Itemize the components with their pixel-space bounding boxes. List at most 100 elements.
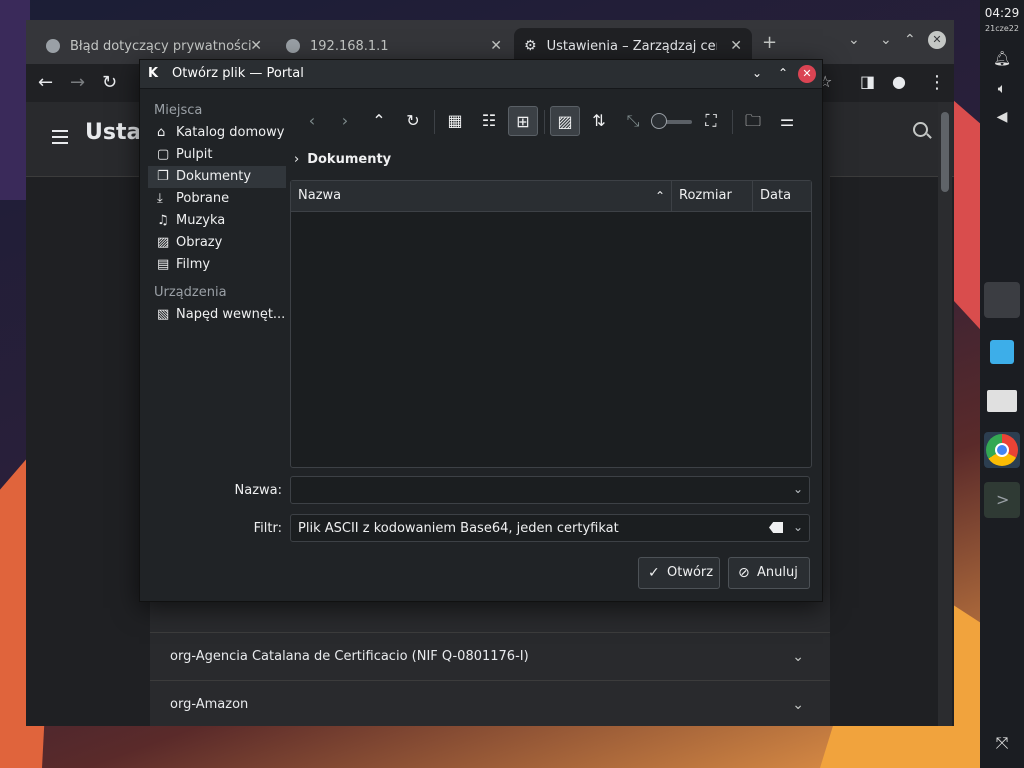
preview-icon[interactable]: ▨ [550,106,580,136]
places-panel: Miejsca ⌂ Katalog domowy ▢ Pulpit ❐ Doku… [148,100,286,326]
launcher-icon[interactable]: ⤧ [992,734,1012,752]
place-videos[interactable]: ▤ Filmy [148,254,286,276]
clock[interactable]: 04:29 [980,6,1024,20]
name-label: Nazwa: [234,483,283,498]
chevron-down-icon[interactable]: ⌄ [792,681,804,729]
options-icon[interactable]: ⚌ [772,106,802,136]
expand-tray-icon[interactable]: ◀ [992,108,1012,126]
open-button[interactable]: ✓ Otwórz [638,557,720,589]
task-terminal-icon[interactable]: > [984,482,1020,518]
drive-icon: ▧ [157,307,170,322]
place-label: Filmy [176,257,211,272]
dialog-titlebar[interactable]: K Otwórz plik — Portal ⌄ ⌃ ✕ [140,60,822,89]
globe-icon [46,39,60,53]
open-button-label: Otwórz [667,565,714,580]
filename-combobox[interactable]: ⌄ [290,476,810,504]
sort-ascending-icon: ⌃ [655,189,666,203]
checkmark-icon: ✓ [648,565,660,581]
documents-icon: ❐ [157,169,169,184]
chevron-down-icon[interactable]: ⌄ [793,520,803,534]
place-downloads[interactable]: ⤓ Pobrane [148,188,286,210]
column-size[interactable]: Rozmiar [672,181,753,211]
cert-row[interactable]: org-Amazon ⌄ [150,680,830,728]
kde-logo-icon: K [148,66,159,81]
chevron-right-icon: › [294,152,300,167]
breadcrumb-current: Dokumenty [307,152,392,167]
place-home[interactable]: ⌂ Katalog domowy [148,122,286,144]
chrome-logo-icon [986,434,1018,466]
detailed-tree-view-icon[interactable]: ⊞ [508,106,538,136]
maximize-icon[interactable]: ⌃ [904,32,916,48]
device-label: Napęd wewnęt... [176,307,286,322]
tab-close-icon[interactable]: ✕ [730,38,742,54]
profile-icon[interactable]: ● [892,72,906,91]
window-close-icon[interactable]: ✕ [928,31,946,49]
forward-icon[interactable]: → [70,72,85,93]
dialog-minimize-icon[interactable]: ⌄ [752,66,762,80]
pictures-icon: ▨ [157,235,170,250]
zoom-out-icon[interactable]: ⤡ [618,106,648,136]
parent-folder-icon[interactable]: ⌃ [364,106,394,136]
menu-kebab-icon[interactable]: ⋮ [928,72,946,93]
cert-row[interactable]: org-Agencia Catalana de Certificacio (NI… [150,632,830,680]
hamburger-menu-icon[interactable] [52,130,68,132]
zoom-in-icon[interactable]: ⛶ [696,106,726,136]
zoom-slider-handle[interactable] [651,113,667,129]
column-name[interactable]: Nazwa [291,181,672,211]
gear-icon: ⚙ [524,38,537,54]
icons-view-icon[interactable]: ▦ [440,106,470,136]
volume-icon[interactable]: 🔈︎ [992,80,1012,98]
dialog-close-icon[interactable]: ✕ [798,65,816,83]
sort-icon[interactable]: ⇅ [584,106,614,136]
page-scrollbar[interactable] [938,102,952,726]
date[interactable]: 21cze22 [980,24,1024,33]
device-internal-drive[interactable]: ▧ Napęd wewnęt... [148,304,286,326]
new-folder-icon[interactable]: 🗀︎ [738,106,768,136]
side-panel-icon[interactable]: ◨ [860,72,875,91]
chevron-down-icon[interactable]: ⌄ [792,633,804,681]
task-chrome-icon[interactable] [984,432,1020,468]
task-discover-icon[interactable] [984,334,1020,370]
devices-header: Urządzenia [154,285,227,300]
search-icon[interactable] [913,122,928,137]
place-pictures[interactable]: ▨ Obrazy [148,232,286,254]
breadcrumb[interactable]: › Dokumenty [294,152,391,167]
tab-label: Błąd dotyczący prywatności [70,38,252,54]
tab-label: Ustawienia – Zarządzaj certyfikatami [546,38,717,54]
back-icon[interactable]: ← [38,72,53,93]
place-music[interactable]: ♫ Muzyka [148,210,286,232]
tab-close-icon[interactable]: ✕ [490,38,502,54]
dialog-title: Otwórz plik — Portal [172,66,304,81]
tab-label: 192.168.1.1 [310,38,389,54]
download-icon: ⤓ [157,191,163,206]
cancel-icon: ⊘ [738,565,750,581]
file-list[interactable]: Nazwa ⌃ Rozmiar Data [290,180,812,468]
forward-icon[interactable]: › [330,106,360,136]
new-tab-button[interactable]: + [762,32,777,53]
filter-combobox[interactable]: Plik ASCII z kodowaniem Base64, jeden ce… [290,514,810,542]
place-label: Muzyka [176,213,226,228]
back-icon[interactable]: ‹ [297,106,327,136]
task-system-settings-icon[interactable] [984,282,1020,318]
places-header: Miejsca [154,103,203,118]
notification-bell-icon[interactable]: 🔔︎ [992,50,1012,68]
cancel-button-label: Anuluj [757,565,798,580]
refresh-icon[interactable]: ↻ [398,106,428,136]
task-file-manager-icon[interactable] [984,384,1020,420]
compact-view-icon[interactable]: ☷ [474,106,504,136]
dialog-maximize-icon[interactable]: ⌃ [778,66,788,80]
place-desktop[interactable]: ▢ Pulpit [148,144,286,166]
cancel-button[interactable]: ⊘ Anuluj [728,557,810,589]
filter-value: Plik ASCII z kodowaniem Base64, jeden ce… [298,521,619,536]
place-documents[interactable]: ❐ Dokumenty [148,166,286,188]
tab-search-icon[interactable]: ⌄ [848,32,860,48]
chevron-down-icon[interactable]: ⌄ [793,482,803,496]
scrollbar-thumb[interactable] [941,112,949,192]
tab-close-icon[interactable]: ✕ [250,38,262,54]
column-date[interactable]: Data [753,181,811,211]
globe-icon [286,39,300,53]
reload-icon[interactable]: ↻ [102,72,117,93]
minimize-icon[interactable]: ⌄ [880,32,892,48]
clear-text-icon[interactable] [769,522,783,533]
video-icon: ▤ [157,257,170,272]
